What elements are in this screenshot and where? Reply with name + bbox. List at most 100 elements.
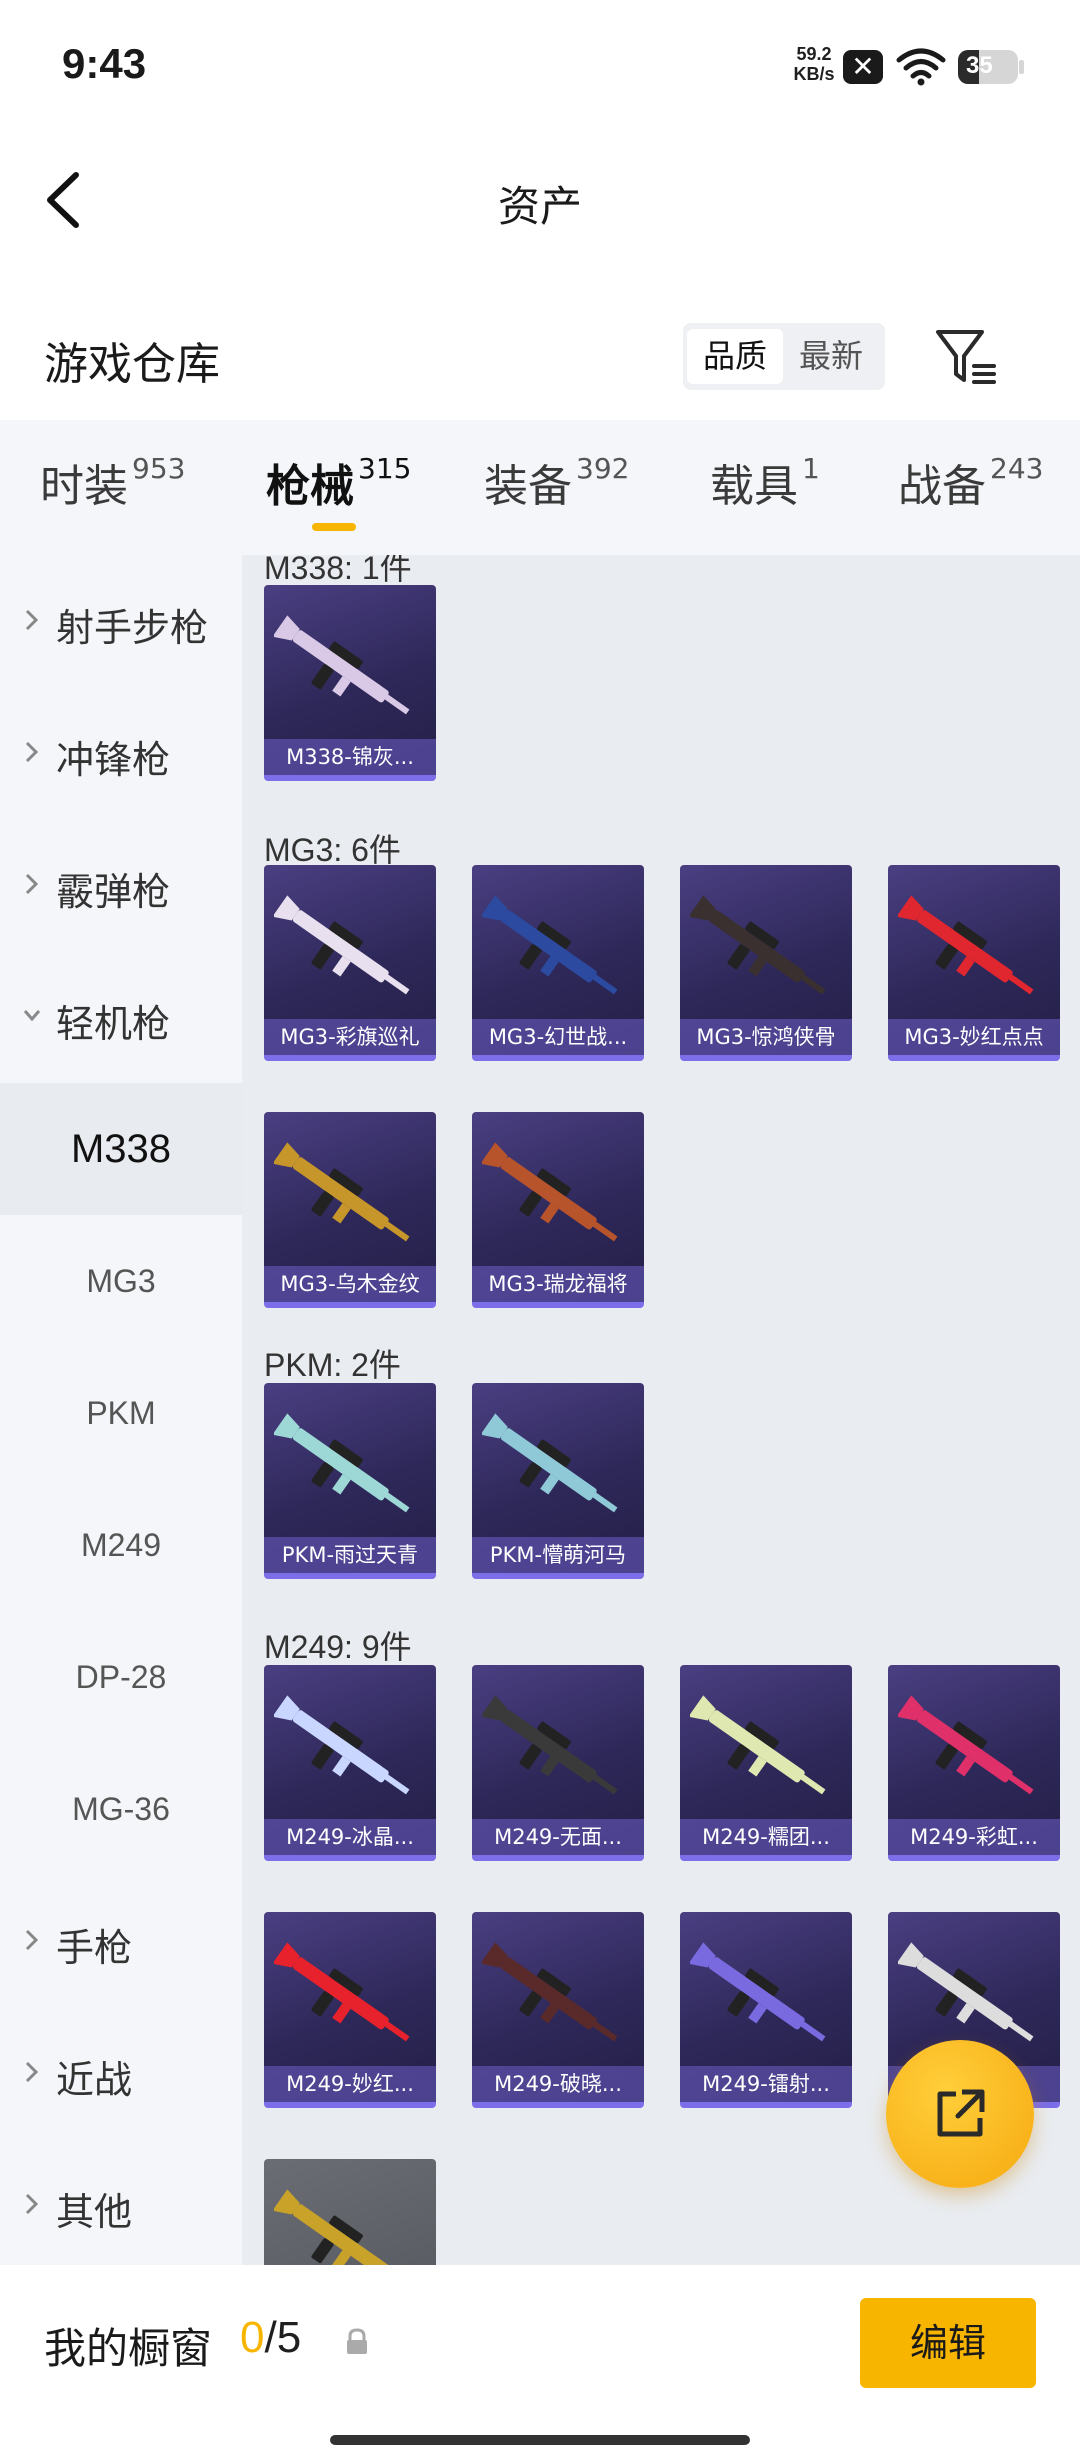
weapon-image	[274, 615, 410, 715]
sidebar-item-marksman[interactable]: 射手步枪	[0, 555, 242, 687]
sim-off-icon: ✕	[843, 50, 883, 84]
sidebar-sub-m249[interactable]: M249	[0, 1479, 242, 1611]
battery-level: 35	[966, 52, 993, 79]
category-tabs: 时装 953 枪械 315 装备 392 载具 1 战备 243	[0, 420, 1080, 555]
item-card[interactable]: MG3-妙红点点	[888, 865, 1060, 1061]
tab-vehicles[interactable]: 载具 1	[710, 450, 820, 520]
sidebar-sub-pkm[interactable]: PKM	[0, 1347, 242, 1479]
sidebar-sub-mg3[interactable]: MG3	[0, 1215, 242, 1347]
item-card-label: M249-彩虹...	[888, 1819, 1060, 1855]
sidebar-item-label: 手枪	[56, 1926, 133, 1970]
item-card[interactable]: M249-无面...	[472, 1665, 644, 1861]
item-card[interactable]: PKM-雨过天青	[264, 1383, 436, 1579]
group-title-m249: M249: 9件	[264, 1629, 412, 1665]
weapon-image	[482, 1413, 618, 1513]
share-out-icon	[937, 2089, 985, 2137]
item-card[interactable]: MG3-彩旗巡礼	[264, 865, 436, 1061]
item-card[interactable]: M249-彩虹...	[888, 1665, 1060, 1861]
item-card[interactable]: M338-锦灰...	[264, 585, 436, 781]
sidebar-item-label: 轻机枪	[56, 1002, 171, 1046]
item-card[interactable]	[264, 2159, 436, 2265]
sidebar-item-other[interactable]: 其他	[0, 2139, 242, 2271]
sidebar: 射手步枪 冲锋枪 霰弹枪 轻机枪 M338 MG3 PKM M249 DP-28…	[0, 555, 242, 2265]
sort-latest-button[interactable]: 最新	[783, 329, 879, 384]
item-card-label: MG3-幻世战...	[472, 1019, 644, 1055]
lock-icon	[347, 2328, 367, 2354]
sidebar-item-lmg[interactable]: 轻机枪	[0, 951, 242, 1083]
item-card-label: PKM-懵萌河马	[472, 1537, 644, 1573]
item-card[interactable]: M249-糯团...	[680, 1665, 852, 1861]
battery-icon: 35	[958, 50, 1018, 84]
showcase-count-total: /5	[264, 2313, 302, 2362]
tab-label: 装备	[484, 461, 572, 512]
net-speed: 59.2 KB/s	[786, 44, 842, 84]
tab-label: 战备	[898, 461, 986, 512]
chevron-down-icon	[23, 1010, 41, 1022]
weapon-image	[690, 1695, 826, 1795]
weapon-image	[274, 1695, 410, 1795]
item-card[interactable]: M249-冰晶...	[264, 1665, 436, 1861]
weapon-image	[690, 1942, 826, 2042]
sidebar-sub-mg36[interactable]: MG-36	[0, 1743, 242, 1875]
status-bar: 9:43 59.2 KB/s ✕ 35	[0, 0, 1080, 135]
tab-label: 载具	[710, 461, 798, 512]
status-time: 9:43	[62, 40, 147, 87]
sidebar-item-label: 其他	[56, 2190, 133, 2234]
filter-icon[interactable]	[930, 322, 1000, 392]
item-card-label: MG3-乌木金纹	[264, 1266, 436, 1302]
weapon-image	[274, 1142, 410, 1242]
nav-bar: 资产	[0, 135, 1080, 265]
tab-equipment[interactable]: 装备 392	[484, 450, 629, 520]
weapon-image	[274, 1413, 410, 1513]
weapon-image	[274, 1942, 410, 2042]
wifi-icon	[896, 48, 946, 86]
group-title-pkm: PKM: 2件	[264, 1347, 401, 1383]
active-tab-indicator	[312, 523, 356, 531]
item-card[interactable]: M249-镭射...	[680, 1912, 852, 2108]
sidebar-item-smg[interactable]: 冲锋枪	[0, 687, 242, 819]
net-speed-value: 59.2	[796, 44, 832, 64]
showcase-count-current: 0	[240, 2313, 265, 2362]
showcase-count: 0/5	[240, 2313, 301, 2363]
item-card-label: MG3-瑞龙福将	[472, 1266, 644, 1302]
item-card[interactable]: MG3-幻世战...	[472, 865, 644, 1061]
chevron-right-icon	[25, 873, 39, 895]
sidebar-sub-m338[interactable]: M338	[0, 1083, 242, 1215]
weapon-image	[274, 2189, 389, 2265]
item-card-label: M338-锦灰...	[264, 739, 436, 775]
item-card[interactable]: M249-破晓...	[472, 1912, 644, 2108]
sort-quality-button[interactable]: 品质	[687, 329, 783, 384]
weapon-image	[274, 895, 410, 995]
showcase-bar: 我的橱窗 0/5 编辑	[0, 2265, 1080, 2460]
item-card-label: M249-冰晶...	[264, 1819, 436, 1855]
weapon-image	[482, 1695, 618, 1795]
item-card[interactable]: MG3-惊鸿侠骨	[680, 865, 852, 1061]
item-card[interactable]: MG3-瑞龙福将	[472, 1112, 644, 1308]
item-card[interactable]: PKM-懵萌河马	[472, 1383, 644, 1579]
item-card-label: M249-糯团...	[680, 1819, 852, 1855]
share-button[interactable]	[886, 2040, 1034, 2188]
sidebar-item-pistol[interactable]: 手枪	[0, 1875, 242, 2007]
sidebar-item-melee[interactable]: 近战	[0, 2007, 242, 2139]
home-indicator	[330, 2435, 750, 2445]
tab-count: 1	[802, 452, 820, 485]
sidebar-item-label: 冲锋枪	[56, 738, 171, 782]
weapon-image	[482, 1142, 618, 1242]
edit-button[interactable]: 编辑	[860, 2298, 1036, 2388]
weapon-image	[898, 1695, 1034, 1795]
tab-guns[interactable]: 枪械 315	[266, 450, 411, 520]
tab-supplies[interactable]: 战备 243	[898, 450, 1043, 520]
sidebar-item-label: 霰弹枪	[56, 870, 171, 914]
chevron-right-icon	[25, 1929, 39, 1951]
chevron-right-icon	[25, 2061, 39, 2083]
showcase-label: 我的橱窗	[44, 2324, 213, 2373]
chevron-right-icon	[25, 741, 39, 763]
item-card[interactable]: M249-妙红...	[264, 1912, 436, 2108]
item-card-label: M249-镭射...	[680, 2066, 852, 2102]
tab-fashion[interactable]: 时装 953	[40, 450, 185, 520]
item-card-label: M249-妙红...	[264, 2066, 436, 2102]
tab-count: 243	[990, 452, 1044, 485]
item-card[interactable]: MG3-乌木金纹	[264, 1112, 436, 1308]
sidebar-item-shotgun[interactable]: 霰弹枪	[0, 819, 242, 951]
sidebar-sub-dp28[interactable]: DP-28	[0, 1611, 242, 1743]
